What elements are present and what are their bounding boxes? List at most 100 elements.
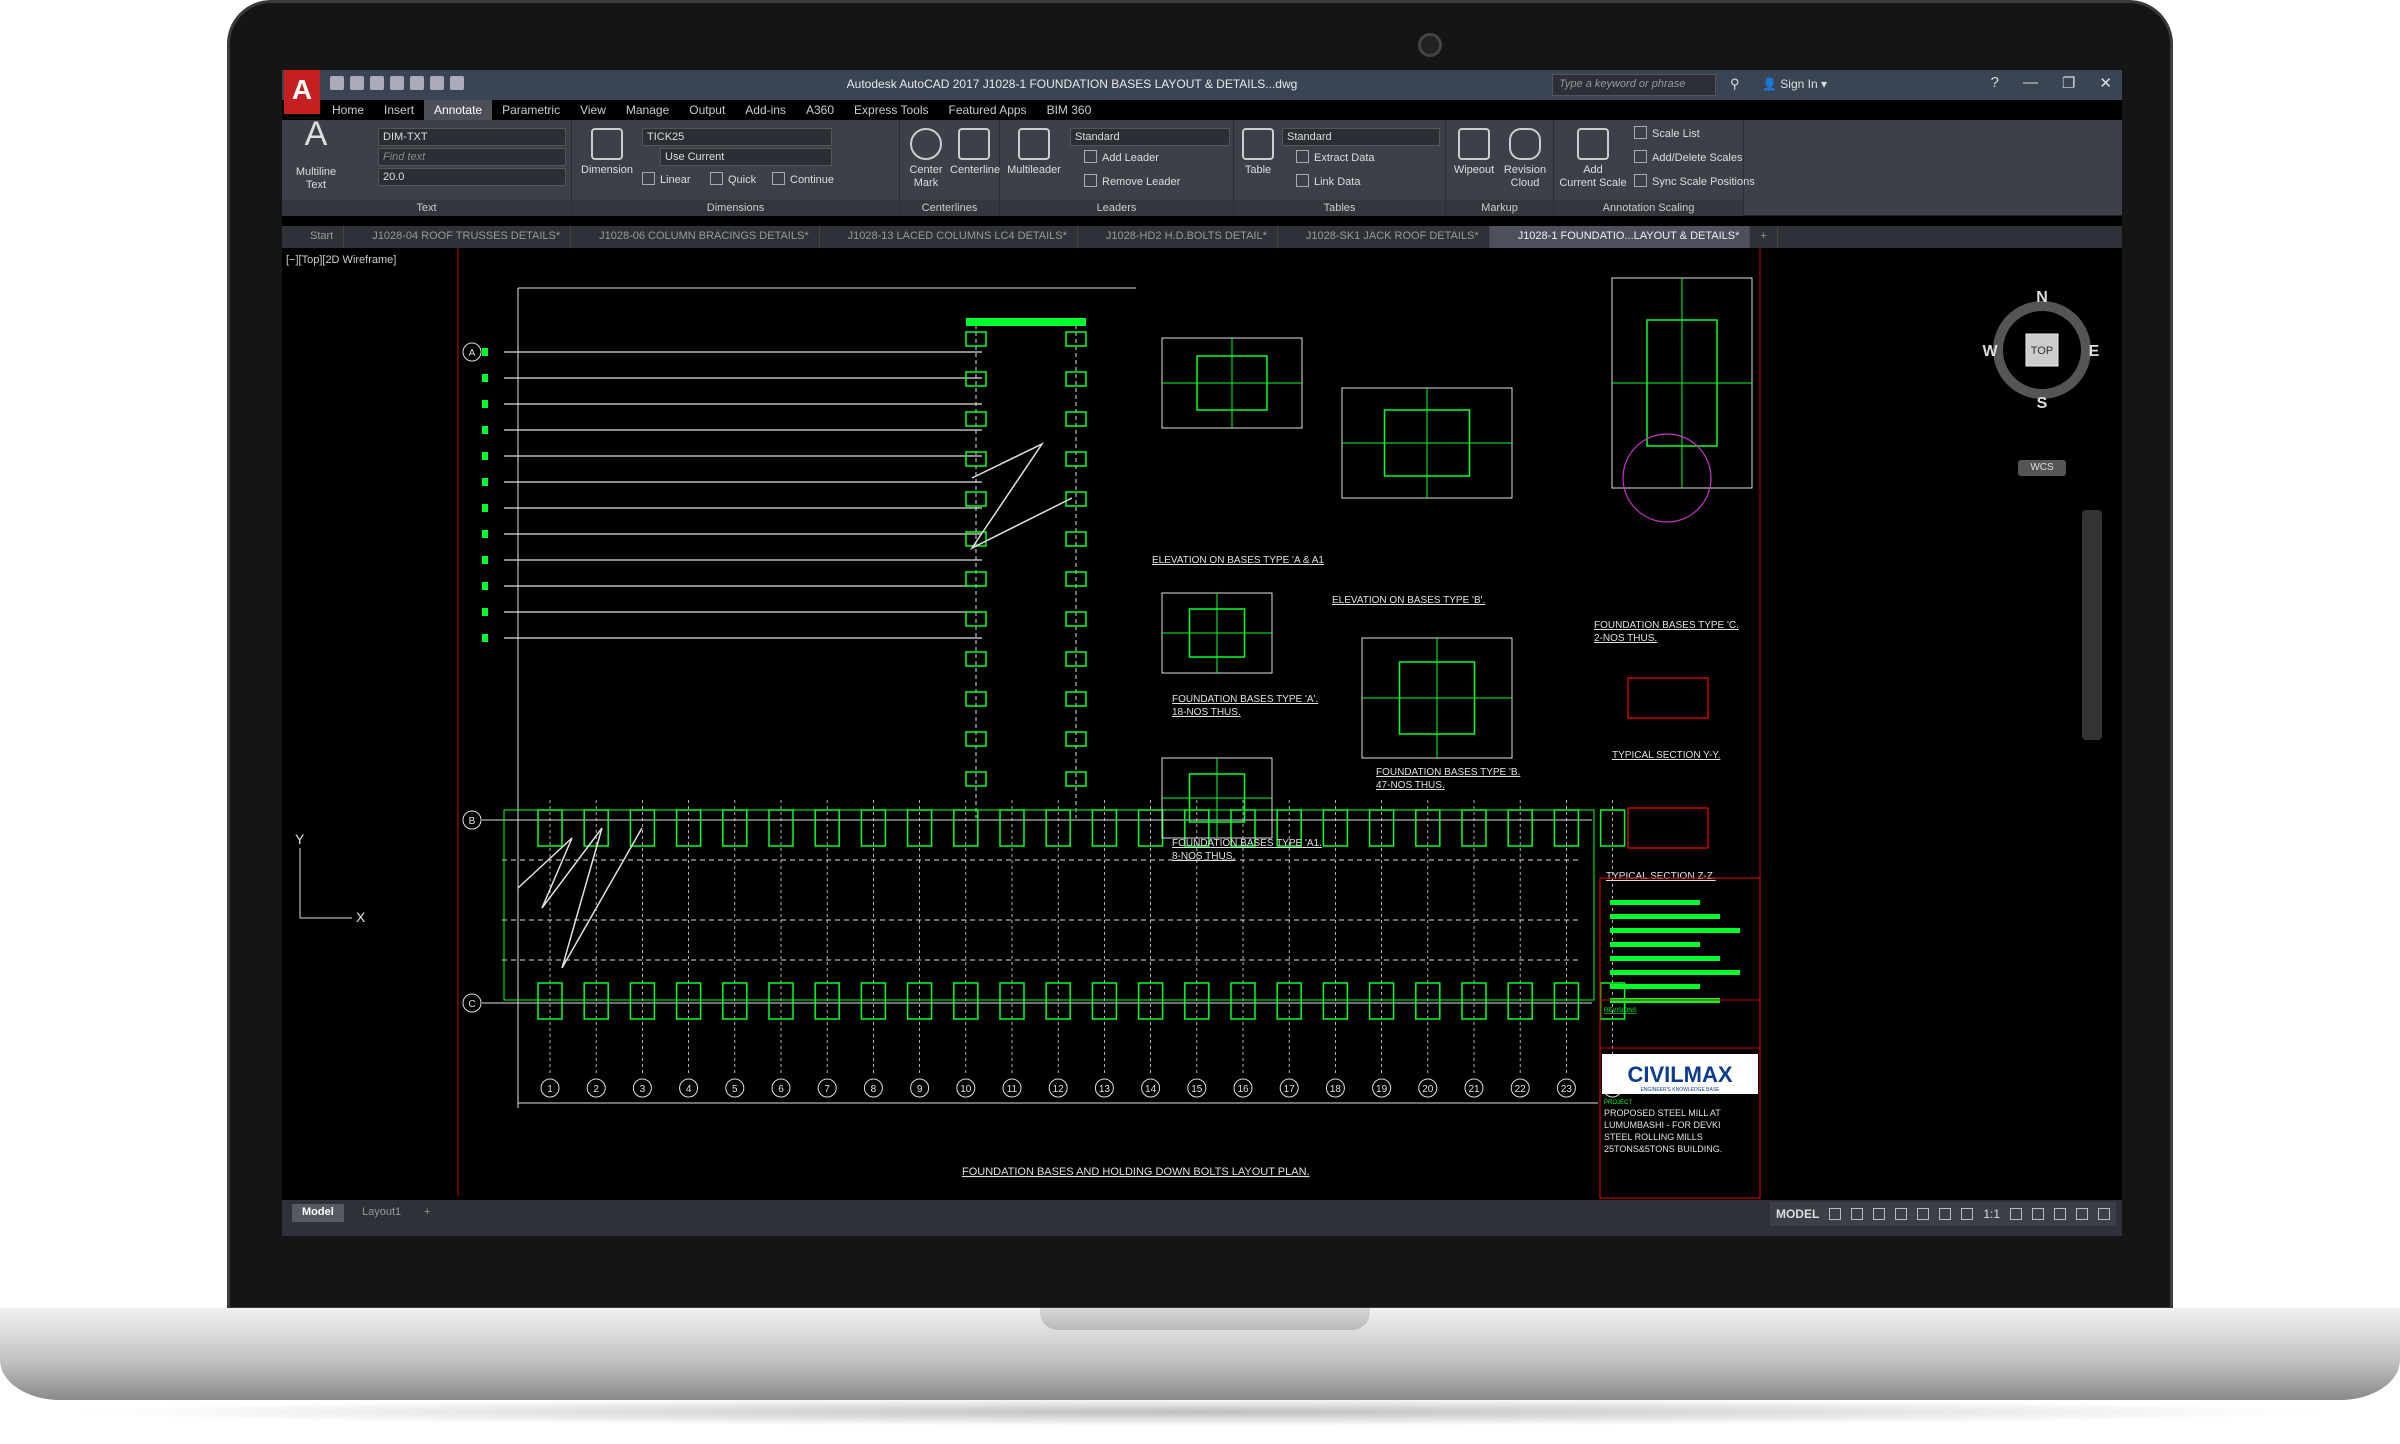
annotation-visibility-icon[interactable] bbox=[1961, 1208, 1974, 1220]
sign-in-button[interactable]: 👤 Sign In ▾ bbox=[1762, 77, 1827, 91]
ribbon-tab-add-ins[interactable]: Add-ins bbox=[735, 100, 796, 120]
osnap-icon[interactable] bbox=[1917, 1208, 1930, 1220]
text-panel-title[interactable]: Text bbox=[282, 200, 571, 216]
close-button[interactable]: ✕ bbox=[2099, 74, 2112, 92]
search-input[interactable]: Type a keyword or phrase bbox=[1552, 74, 1716, 96]
ribbon-tab-home[interactable]: Home bbox=[322, 100, 374, 120]
table-style-select[interactable]: Standard bbox=[1282, 128, 1440, 146]
viewcube[interactable]: TOP N S E W bbox=[1982, 290, 2102, 410]
layout1-tab[interactable]: Layout1 bbox=[352, 1204, 411, 1222]
add-current-scale-button[interactable]: Add Current Scale bbox=[1558, 128, 1628, 190]
dim-style-select[interactable]: TICK25 bbox=[642, 128, 832, 146]
ribbon-tab-annotate[interactable]: Annotate bbox=[424, 100, 493, 120]
isolate-icon[interactable] bbox=[2054, 1208, 2066, 1220]
ribbon-tab-featured-apps[interactable]: Featured Apps bbox=[939, 100, 1037, 120]
grid-icon[interactable] bbox=[1829, 1208, 1842, 1220]
ribbon-tab-output[interactable]: Output bbox=[679, 100, 735, 120]
scale-list-button[interactable]: Scale List bbox=[1634, 126, 1700, 140]
navigation-bar[interactable] bbox=[2082, 510, 2102, 740]
model-space-toggle[interactable]: MODEL bbox=[1776, 1207, 1819, 1221]
customize-menu-icon[interactable] bbox=[2098, 1208, 2110, 1220]
drawing-svg[interactable]: ABC1 2 3 4 5 6 7 8 9 10 11 12 13 14 15 16 17 18 19 20 21 22 23… bbox=[282, 248, 2122, 1200]
add-delete-scales-button[interactable]: Add/Delete Scales bbox=[1634, 150, 1743, 164]
file-tab[interactable]: Start bbox=[282, 226, 345, 248]
centerline-button[interactable]: Centerline bbox=[950, 128, 1000, 177]
minimize-button[interactable]: — bbox=[2023, 74, 2038, 92]
center-mark-button[interactable]: Center Mark bbox=[904, 128, 948, 190]
wcs-menu[interactable]: WCS bbox=[2018, 460, 2066, 476]
dimension-button[interactable]: Dimension bbox=[576, 128, 638, 177]
status-bar: Model Layout1 + MODEL 1:1 bbox=[282, 1200, 2122, 1236]
text-panel: A Multiline Text DIM-TXT Find text 20.0 … bbox=[282, 117, 572, 216]
application-menu-button[interactable]: A bbox=[284, 70, 320, 114]
binoculars-icon[interactable]: ⚲ bbox=[1730, 76, 1740, 92]
annotation-scale[interactable]: 1:1 bbox=[1983, 1207, 2000, 1221]
extract-data-button[interactable]: Extract Data bbox=[1296, 150, 1375, 164]
file-tab[interactable]: J1028-1 FOUNDATIO...LAYOUT & DETAILS* bbox=[1489, 226, 1751, 248]
grid-label-a: A bbox=[469, 348, 476, 359]
laptop-shadow bbox=[60, 1398, 2340, 1426]
new-tab-button[interactable]: + bbox=[1750, 226, 1778, 248]
dimensions-panel-title[interactable]: Dimensions bbox=[572, 200, 899, 216]
compass-n[interactable]: N bbox=[2036, 290, 2048, 306]
find-text-input[interactable]: Find text bbox=[378, 148, 566, 166]
tables-panel-title[interactable]: Tables bbox=[1234, 200, 1445, 216]
wipeout-button[interactable]: Wipeout bbox=[1450, 128, 1498, 177]
model-tab[interactable]: Model bbox=[292, 1204, 344, 1222]
add-leader-button[interactable]: Add Leader bbox=[1084, 150, 1159, 164]
grid-label-23: 23 bbox=[1561, 1084, 1573, 1095]
base-marker bbox=[482, 634, 488, 642]
ortho-icon[interactable] bbox=[1873, 1208, 1886, 1220]
file-tab[interactable]: J1028-13 LACED COLUMNS LC4 DETAILS* bbox=[820, 226, 1078, 248]
add-layout-button[interactable]: + bbox=[414, 1204, 440, 1222]
otrack-icon[interactable] bbox=[1939, 1208, 1952, 1220]
workspace-gear-icon[interactable] bbox=[2010, 1208, 2022, 1220]
help-icon[interactable]: ? bbox=[1991, 74, 1999, 92]
fullscreen-icon[interactable] bbox=[2076, 1208, 2088, 1220]
file-tab[interactable]: J1028-SK1 JACK ROOF DETAILS* bbox=[1278, 226, 1490, 248]
snap-icon[interactable] bbox=[1851, 1208, 1864, 1220]
ribbon-tab-parametric[interactable]: Parametric bbox=[492, 100, 570, 120]
polar-icon[interactable] bbox=[1895, 1208, 1908, 1220]
ribbon-tab-a360[interactable]: A360 bbox=[796, 100, 844, 120]
ribbon-tab-insert[interactable]: Insert bbox=[374, 100, 424, 120]
save-as-icon[interactable] bbox=[390, 76, 404, 90]
leader-style-select[interactable]: Standard bbox=[1070, 128, 1230, 146]
dim-layer-select[interactable]: Use Current bbox=[660, 148, 832, 166]
ribbon-tab-express-tools[interactable]: Express Tools bbox=[844, 100, 938, 120]
undo-icon[interactable] bbox=[430, 76, 444, 90]
remove-leader-button[interactable]: Remove Leader bbox=[1084, 174, 1180, 188]
continue-dim-button[interactable]: Continue bbox=[772, 172, 834, 186]
sync-scale-positions-button[interactable]: Sync Scale Positions bbox=[1634, 174, 1755, 188]
linear-dim-button[interactable]: Linear bbox=[642, 172, 691, 186]
file-tab[interactable]: J1028-06 COLUMN BRACINGS DETAILS* bbox=[571, 226, 820, 248]
restore-button[interactable]: ❐ bbox=[2062, 74, 2075, 92]
ribbon-tab-manage[interactable]: Manage bbox=[616, 100, 679, 120]
print-icon[interactable] bbox=[410, 76, 424, 90]
redo-icon[interactable] bbox=[450, 76, 464, 90]
plus-icon[interactable] bbox=[2032, 1208, 2044, 1220]
ribbon-tab-view[interactable]: View bbox=[570, 100, 616, 120]
compass-e[interactable]: E bbox=[2089, 343, 2100, 360]
add-scale-label-2: Current Scale bbox=[1559, 177, 1627, 189]
table-button[interactable]: Table bbox=[1238, 128, 1278, 177]
drawing-area[interactable]: A B C 1 2 3 4 5 6 7 8 9 10 11 12 13 14 15 16 17 18 19 20 21 22 23… bbox=[282, 248, 2122, 1200]
multileader-button[interactable]: Multileader bbox=[1004, 128, 1064, 177]
leaders-panel-title[interactable]: Leaders bbox=[1000, 200, 1233, 216]
link-data-button[interactable]: Link Data bbox=[1296, 174, 1360, 188]
quick-dim-button[interactable]: Quick bbox=[710, 172, 756, 186]
revision-cloud-button[interactable]: Revision Cloud bbox=[1500, 128, 1550, 190]
text-height-input[interactable]: 20.0 bbox=[378, 168, 566, 186]
open-icon[interactable] bbox=[350, 76, 364, 90]
file-tab[interactable]: J1028-04 ROOF TRUSSES DETAILS* bbox=[344, 226, 572, 248]
text-style-select[interactable]: DIM-TXT bbox=[378, 128, 566, 146]
file-tab[interactable]: J1028-HD2 H.D.BOLTS DETAIL* bbox=[1078, 226, 1278, 248]
ribbon-tab-bim-360[interactable]: BIM 360 bbox=[1037, 100, 1102, 120]
new-icon[interactable] bbox=[330, 76, 344, 90]
compass-w[interactable]: W bbox=[1982, 343, 1998, 360]
save-icon[interactable] bbox=[370, 76, 384, 90]
compass-s[interactable]: S bbox=[2037, 395, 2048, 410]
center-mark-label-2: Mark bbox=[913, 177, 939, 189]
multiline-text-button[interactable]: A Multiline Text bbox=[290, 117, 342, 192]
viewport-controls[interactable]: [−][Top][2D Wireframe] bbox=[286, 254, 396, 266]
